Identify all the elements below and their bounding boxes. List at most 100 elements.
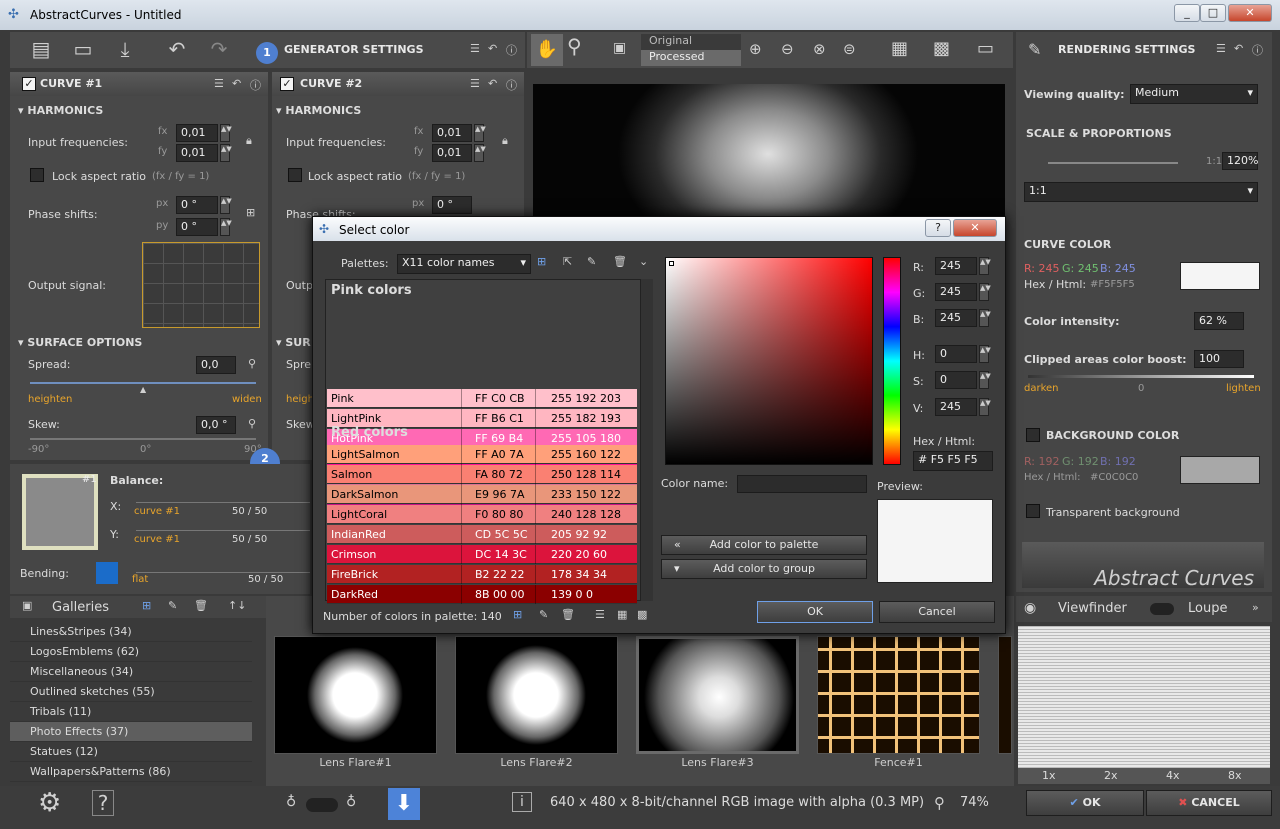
close-button[interactable]: ✕ [1228,4,1272,22]
edit-color-icon[interactable]: ✎ [539,608,548,621]
bending-slider[interactable] [136,572,310,573]
loupe-zoom-1x[interactable]: 1x [1042,769,1056,782]
collapse-icon[interactable]: ⌄ [639,255,648,268]
edit-palette-icon[interactable]: ✎ [587,255,596,268]
hex-field[interactable]: # F5 F5 F5 [913,451,993,471]
reset-icon[interactable]: ↶ [232,77,241,90]
ratio-select[interactable]: 1:1 ▾ [1024,182,1258,202]
zoom-tool-icon[interactable]: ⚲ [567,34,582,58]
add-to-group-button[interactable]: ▾ Add color to group [661,559,867,579]
fx-input[interactable]: 0,01 [432,124,472,142]
actual-size-icon[interactable]: ▩ [933,38,950,59]
scale-slider[interactable] [1048,162,1178,164]
menu-icon[interactable]: ☰ [214,77,224,90]
image-icon[interactable]: ▣ [613,40,626,56]
loupe-zoom-2x[interactable]: 2x [1104,769,1118,782]
transparent-bg-checkbox[interactable] [1026,504,1040,518]
thumbnail-lens-flare-2[interactable] [455,636,618,754]
hue-slider[interactable] [883,257,901,465]
add-to-palette-button[interactable]: «Add color to palette [661,535,867,555]
s-field[interactable]: 0 [935,371,977,389]
color-list-scrollbar[interactable] [641,279,653,601]
boost-slider[interactable] [1028,375,1254,378]
b-spinner[interactable]: ▲▼ [979,309,991,327]
expand-icon[interactable]: » [1252,601,1259,614]
reset-icon[interactable]: ↶ [488,42,497,55]
harmonics-section[interactable]: ▾ HARMONICS [18,104,103,117]
skew-input[interactable]: 0,0 ° [196,416,236,434]
dialog-close-button[interactable]: ✕ [953,219,997,237]
gallery-item[interactable]: Wallpapers&Patterns (86) [10,762,252,782]
color-row[interactable]: Crimson DC 14 3C 220 20 60 [327,545,637,564]
color-row[interactable]: Salmon FA 80 72 250 128 114 [327,465,637,484]
gallery-item[interactable]: Photo Effects (37) [10,722,252,742]
light-toggle[interactable] [306,798,338,812]
spread-slider-thumb[interactable]: ▲ [140,385,146,394]
py-spinner[interactable]: ▲▼ [220,218,232,236]
s-spinner[interactable]: ▲▼ [979,371,991,389]
delete-color-icon[interactable]: 🗑︎ [561,608,575,621]
viewfinder-toggle[interactable] [1150,603,1174,615]
curve-color-swatch[interactable] [1180,262,1260,290]
background-color-checkbox[interactable] [1026,428,1040,442]
lock-icon[interactable]: 🔒︎ [502,134,508,148]
color-row[interactable]: DarkSalmon E9 96 7A 233 150 122 [327,485,637,504]
r-field[interactable]: 245 [935,257,977,275]
v-spinner[interactable]: ▲▼ [979,398,991,416]
bulb-on-icon[interactable]: ♁ [346,794,356,810]
px-input[interactable]: 0 ° [432,196,472,214]
loupe-zoom-4x[interactable]: 4x [1166,769,1180,782]
surface-options-section[interactable]: ▾ SURFACE OPTIONS [18,336,142,349]
gallery-item[interactable]: Lines&Stripes (34) [10,622,252,642]
balance-x-slider[interactable] [136,502,310,503]
open-folder-icon[interactable]: ▭ [66,32,100,66]
g-spinner[interactable]: ▲▼ [979,283,991,301]
bg-color-swatch[interactable] [1180,456,1260,484]
palette-select[interactable]: X11 color names ▾ [397,254,531,274]
lock-icon[interactable]: 🔒︎ [246,134,252,148]
undo-icon[interactable]: ↶ [160,32,194,66]
zoom-out-icon[interactable]: ⊖ [781,40,794,58]
fx-input[interactable]: 0,01 [176,124,218,142]
px-input[interactable]: 0 ° [176,196,218,214]
dialog-cancel-button[interactable]: Cancel [879,601,995,623]
balance-y-slider[interactable] [136,530,310,531]
fy-input[interactable]: 0,01 [176,144,218,162]
thumbnail-lens-flare-1[interactable] [274,636,437,754]
saturation-value-picker[interactable] [665,257,873,465]
gallery-item[interactable]: Miscellaneous (34) [10,662,252,682]
menu-icon[interactable]: ☰ [1216,42,1226,55]
info-icon[interactable]: ⓘ [1252,42,1263,58]
h-spinner[interactable]: ▲▼ [979,345,991,363]
viewfinder-preview[interactable] [1018,626,1270,768]
fx-spinner[interactable]: ▲▼ [474,124,486,142]
r-spinner[interactable]: ▲▼ [979,257,991,275]
new-file-icon[interactable]: ▤ [24,32,58,66]
info-icon[interactable]: ⓘ [250,77,261,93]
minimize-button[interactable]: _ [1174,4,1200,22]
main-cancel-button[interactable]: ✖ CANCEL [1146,790,1272,816]
boost-field[interactable]: 100 [1194,350,1244,368]
zoom-field[interactable]: 120% [1222,152,1258,170]
fx-spinner[interactable]: ▲▼ [220,124,232,142]
zoom-menu-icon[interactable]: ⊜ [843,40,856,58]
picker-cursor[interactable] [669,261,674,266]
h-field[interactable]: 0 [935,345,977,363]
curve1-checkbox[interactable]: ✓ [22,77,36,91]
color-name-input[interactable] [737,475,867,493]
spread-slider[interactable] [30,382,256,384]
color-row[interactable]: LightSalmon FF A0 7A 255 160 122 [327,445,637,464]
large-grid-view-icon[interactable]: ▩ [637,608,647,621]
py-input[interactable]: 0 ° [176,218,218,236]
thumbnail-fence-1[interactable] [817,636,980,754]
import-palette-icon[interactable]: ⇱ [563,255,572,268]
add-gallery-icon[interactable]: ⊞ [142,599,151,612]
lock-aspect-checkbox[interactable] [288,168,302,182]
fy-spinner[interactable]: ▲▼ [220,144,232,162]
px-spinner[interactable]: ▲▼ [220,196,232,214]
gallery-item[interactable]: Tribals (11) [10,702,252,722]
magnifier-icon[interactable]: ⚲ [248,357,256,370]
zoom-fit-icon[interactable]: ⊗ [813,40,826,58]
hand-tool-icon[interactable]: ✋ [531,34,563,66]
delete-palette-icon[interactable]: 🗑︎ [613,255,627,268]
